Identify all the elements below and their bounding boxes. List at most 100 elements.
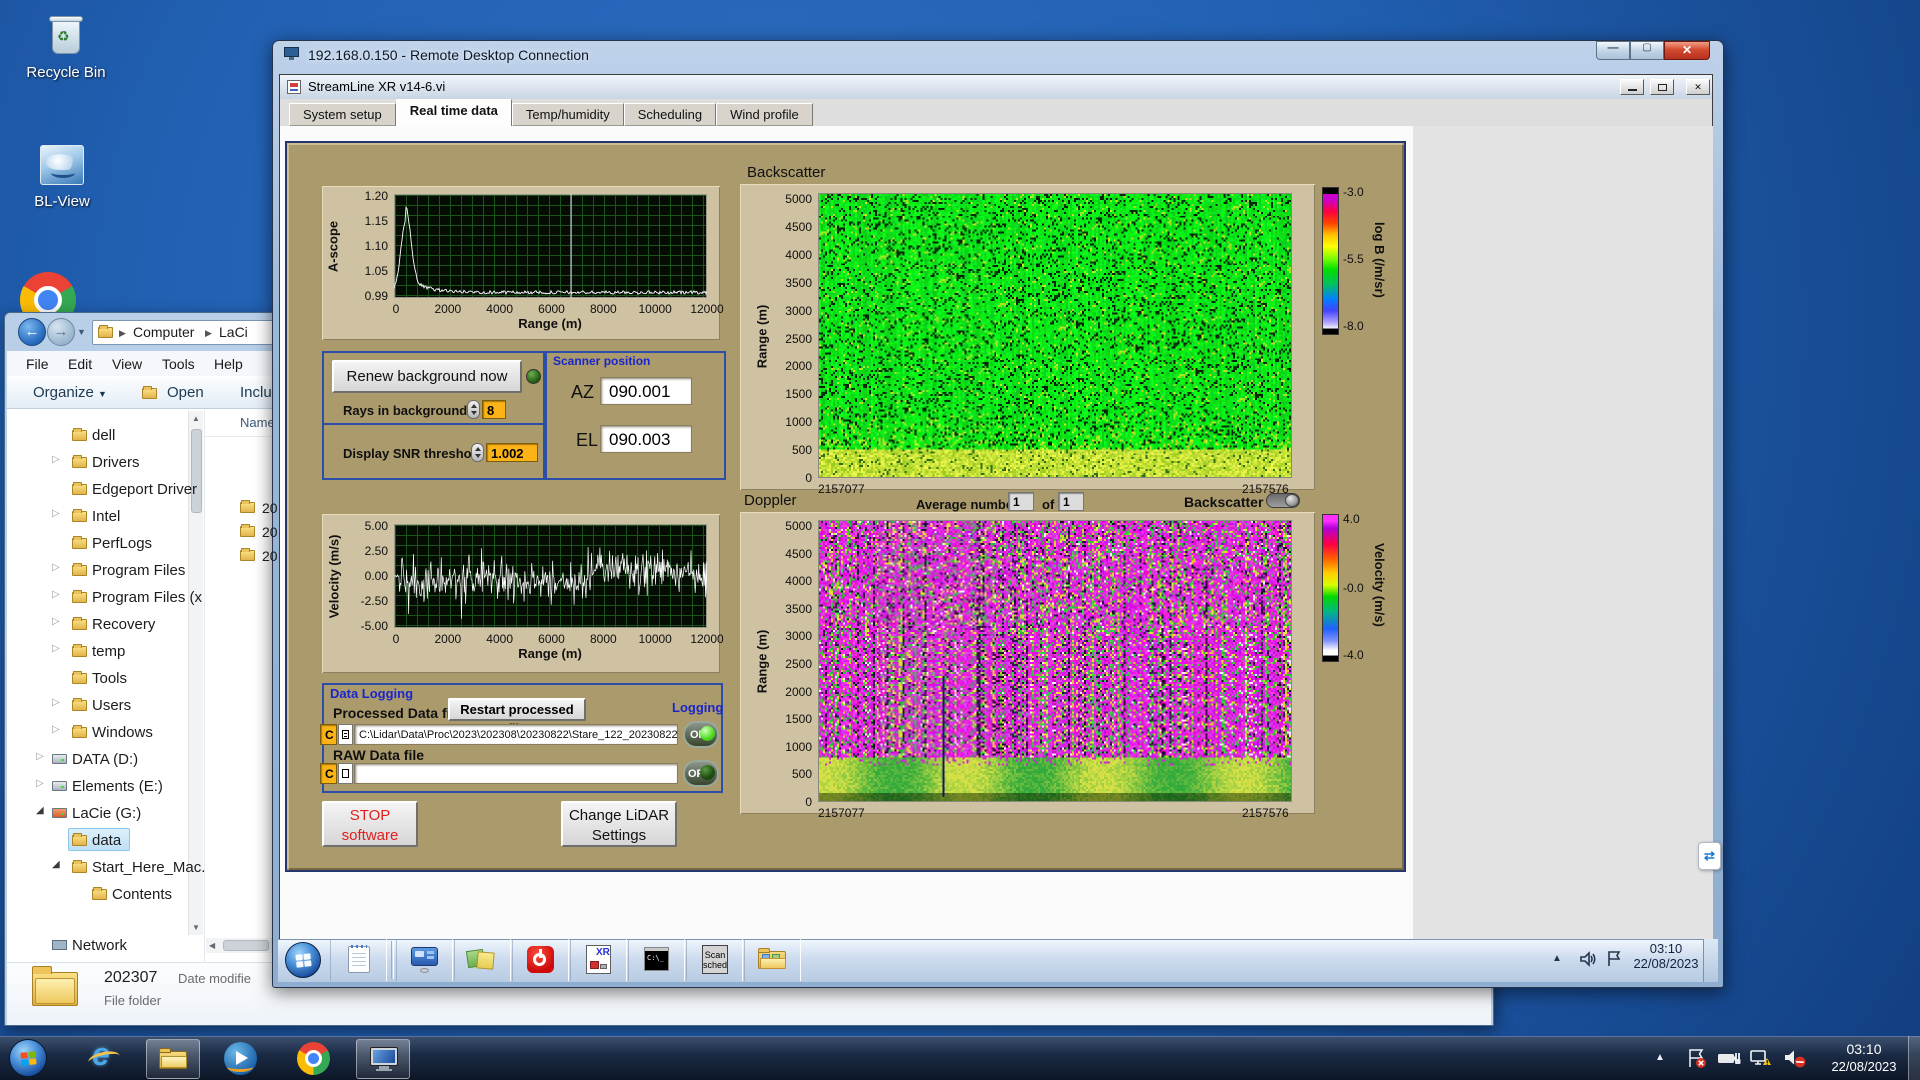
scroll-down-icon[interactable]: ▼ (192, 923, 200, 932)
menu-tools[interactable]: Tools (162, 356, 195, 372)
el-value-field[interactable]: 090.003 (600, 425, 692, 453)
desktop-icon-bl-view[interactable]: BL-View (14, 145, 110, 225)
menu-edit[interactable]: Edit (68, 356, 92, 372)
raw-browse-icon[interactable] (338, 763, 353, 784)
tree-expanded-arrow-icon[interactable]: ◢ (52, 859, 60, 870)
tab-system-setup[interactable]: System setup (289, 103, 396, 126)
sidebar-item-data[interactable]: data (92, 832, 121, 849)
average-total-field[interactable]: 1 (1058, 492, 1084, 511)
az-value-field[interactable]: 090.001 (600, 377, 692, 405)
menu-view[interactable]: View (112, 356, 142, 372)
host-tray-network-icon[interactable] (1748, 1046, 1774, 1070)
host-show-desktop-button[interactable] (1908, 1036, 1920, 1080)
change-lidar-settings-button[interactable]: Change LiDAR Settings (561, 801, 677, 847)
sidebar-item-network[interactable]: Network (72, 937, 127, 954)
remote-tray-volume-icon[interactable] (1578, 949, 1598, 969)
tab-wind-profile[interactable]: Wind profile (716, 103, 813, 126)
raw-logging-off-button[interactable]: OFF (683, 760, 719, 787)
file-item[interactable]: 20 (262, 500, 278, 516)
include-in-library-button[interactable]: Inclu (240, 384, 272, 401)
remote-taskbar-folder-button[interactable] (744, 939, 801, 981)
teamviewer-panel-button[interactable]: ⇄ (1698, 842, 1721, 870)
tree-collapsed-arrow-icon[interactable]: ▷ (36, 751, 44, 762)
sidebar-item-program-files[interactable]: Program Files (92, 562, 185, 579)
sidebar-item-recovery[interactable]: Recovery (92, 616, 155, 633)
tab-temp-humidity[interactable]: Temp/humidity (511, 103, 624, 126)
sidebar-item-program-files-x[interactable]: Program Files (x (92, 589, 202, 606)
sidebar-item-start-here-mac-[interactable]: Start_Here_Mac. (92, 859, 205, 876)
host-tray-battery-icon[interactable] (1716, 1046, 1742, 1070)
breadcrumb-arrow-icon[interactable]: ▶ (119, 328, 126, 339)
app-minimize-button[interactable] (1620, 79, 1644, 95)
backscatter-toggle-switch[interactable] (1266, 493, 1300, 508)
remote-start-button[interactable] (285, 942, 321, 978)
snr-spinner[interactable] (471, 443, 484, 462)
host-start-button[interactable] (9, 1039, 47, 1077)
processed-logging-on-button[interactable]: ON (683, 721, 719, 748)
file-pane-divider[interactable] (204, 411, 205, 962)
tree-collapsed-arrow-icon[interactable]: ▷ (52, 643, 60, 654)
raw-drive-cell[interactable]: C (320, 763, 337, 784)
stop-software-button[interactable]: STOP software (322, 801, 418, 847)
host-taskbar-media-player-button[interactable] (224, 1042, 258, 1076)
breadcrumb-arrow-icon[interactable]: ▶ (205, 328, 212, 339)
explorer-forward-button[interactable]: → (47, 318, 75, 346)
rdp-maximize-button[interactable]: ▢ (1630, 41, 1664, 60)
tab-scheduling[interactable]: Scheduling (623, 103, 717, 126)
remote-tray-clock[interactable]: 03:10 22/08/2023 (1630, 941, 1702, 971)
scrollbar-thumb[interactable] (223, 940, 269, 951)
sidebar-item-drivers[interactable]: Drivers (92, 454, 140, 471)
host-taskbar-ie-button[interactable]: e (86, 1036, 122, 1076)
sidebar-item-intel[interactable]: Intel (92, 508, 120, 525)
tab-real-time-data[interactable]: Real time data (395, 99, 512, 126)
nav-history-caret-icon[interactable]: ▼ (77, 327, 86, 337)
column-header-name[interactable]: Name (240, 415, 275, 430)
app-titlebar[interactable] (280, 75, 1712, 99)
tree-collapsed-arrow-icon[interactable]: ▷ (52, 724, 60, 735)
tree-collapsed-arrow-icon[interactable]: ▷ (52, 589, 60, 600)
remote-taskbar-notepad-button[interactable] (330, 939, 387, 981)
rays-value-field[interactable]: 8 (482, 400, 506, 419)
explorer-back-button[interactable]: ← (18, 318, 46, 346)
remote-taskbar-shutdown-button[interactable] (512, 939, 569, 981)
host-tray-clock[interactable]: 03:10 22/08/2023 (1822, 1041, 1906, 1074)
rdp-minimize-button[interactable]: — (1596, 41, 1630, 60)
app-close-button[interactable]: ✕ (1686, 79, 1710, 95)
rdp-close-button[interactable]: ✕ (1664, 41, 1710, 60)
remote-taskbar-cmd-button[interactable]: C:\_ (628, 939, 685, 981)
host-tray-volume-muted-icon[interactable] (1782, 1046, 1808, 1070)
sidebar-item-tools[interactable]: Tools (92, 670, 127, 687)
sidebar-item-windows[interactable]: Windows (92, 724, 153, 741)
menu-file[interactable]: File (26, 356, 49, 372)
rays-spinner[interactable] (467, 400, 480, 419)
breadcrumb-lacie[interactable]: LaCi (219, 324, 248, 340)
host-taskbar-explorer-button[interactable] (146, 1039, 200, 1079)
host-taskbar-rdp-button[interactable] (356, 1039, 410, 1079)
snr-value-field[interactable]: 1.002 (486, 443, 538, 462)
open-button[interactable]: Open (167, 384, 204, 401)
processed-path-field[interactable]: C:\Lidar\Data\Proc\2023\202308\20230822\… (354, 724, 678, 745)
remote-taskbar-streamline-xr-button[interactable]: XR (570, 939, 627, 981)
remote-taskbar-sticky-notes-button[interactable] (454, 939, 511, 981)
desktop-icon-recycle-bin[interactable]: ♻ Recycle Bin (18, 8, 114, 94)
renew-background-button[interactable]: Renew background now (332, 360, 522, 393)
sidebar-item-dell[interactable]: dell (92, 427, 115, 444)
sidebar-item-perflogs[interactable]: PerfLogs (92, 535, 152, 552)
remote-tray-action-center-icon[interactable] (1604, 949, 1624, 969)
restart-processed-file-button[interactable]: Restart processed file (448, 698, 586, 736)
sidebar-item-data-d-[interactable]: DATA (D:) (72, 751, 138, 768)
tree-collapsed-arrow-icon[interactable]: ▷ (52, 616, 60, 627)
remote-taskbar-scan-sched-button[interactable]: Scan sched (686, 939, 743, 981)
processed-browse-icon[interactable] (338, 724, 353, 745)
host-taskbar-chrome-button[interactable] (297, 1042, 330, 1075)
app-restore-button[interactable] (1650, 79, 1674, 95)
tree-collapsed-arrow-icon[interactable]: ▷ (52, 508, 60, 519)
raw-path-field[interactable] (354, 763, 678, 784)
menu-help[interactable]: Help (214, 356, 243, 372)
tree-collapsed-arrow-icon[interactable]: ▷ (52, 562, 60, 573)
tree-expanded-arrow-icon[interactable]: ◢ (36, 805, 44, 816)
breadcrumb-computer[interactable]: Computer (133, 324, 194, 340)
sidebar-item-edgeport-driver[interactable]: Edgeport Driver (92, 481, 197, 498)
sidebar-item-elements-e-[interactable]: Elements (E:) (72, 778, 163, 795)
tree-collapsed-arrow-icon[interactable]: ▷ (52, 454, 60, 465)
